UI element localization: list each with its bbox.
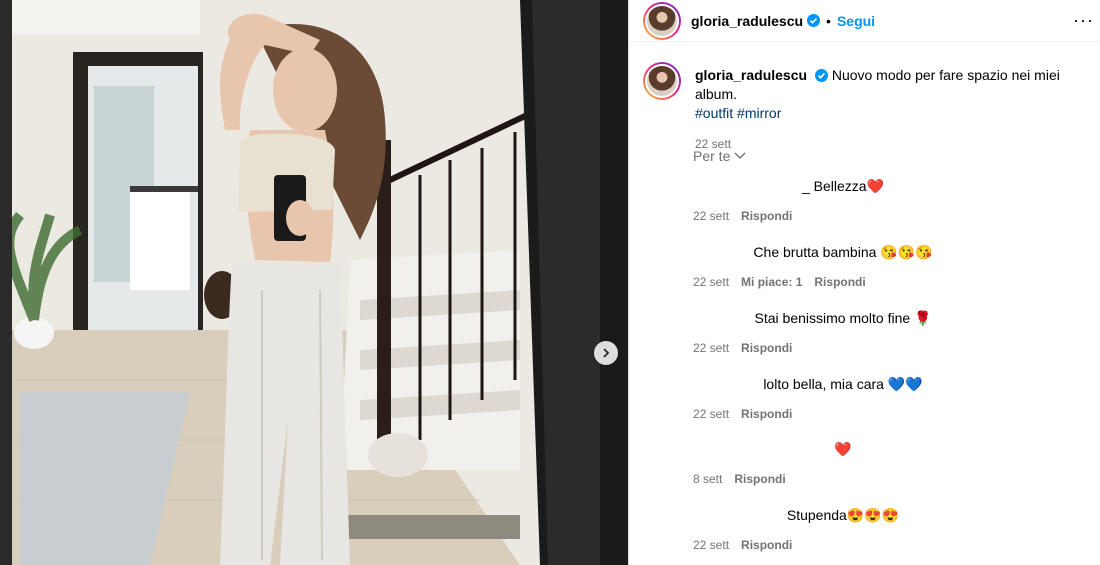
chevron-down-icon — [734, 152, 746, 159]
comment-item: Stupenda😍😍😍 22 sett Rispondi — [693, 507, 1093, 552]
comment-item: _ Bellezza❤️ 22 sett Rispondi — [693, 178, 1093, 223]
reply-button[interactable]: Rispondi — [741, 538, 792, 552]
comment-item: ❤️ 8 sett Rispondi — [693, 441, 1093, 486]
username-link[interactable]: gloria_radulescu — [691, 13, 803, 29]
comment-text: Che brutta bambina 😘😘😘 — [753, 244, 933, 260]
comment-text: ❤️ — [834, 441, 852, 457]
comment-text: lolto bella, mia cara 💙💙 — [763, 376, 923, 392]
hashtag-mirror[interactable]: #mirror — [737, 105, 781, 121]
comment-text: Stupenda😍😍😍 — [786, 507, 900, 523]
comment-item: lolto bella, mia cara 💙💙 22 sett Rispond… — [693, 376, 1093, 421]
reply-button[interactable]: Rispondi — [741, 341, 792, 355]
reply-button[interactable]: Rispondi — [734, 472, 785, 486]
comment-date: 22 sett — [693, 538, 730, 552]
comment-date: 22 sett — [693, 407, 730, 421]
post-date: 22 sett — [695, 137, 732, 151]
comment-sort-dropdown[interactable]: Per te — [693, 148, 746, 164]
comment-text: Stai benissimo molto fine 🌹 — [754, 310, 932, 326]
comment-item: Stai benissimo molto fine 🌹 22 sett Risp… — [693, 310, 1093, 355]
post-header: gloria_radulescu • Segui ··· — [629, 0, 1100, 42]
post-viewer: gloria_radulescu • Segui ··· gloria_radu… — [0, 0, 1100, 565]
verified-badge-icon — [807, 14, 821, 27]
avatar[interactable] — [643, 1, 681, 40]
comment-likes[interactable]: Mi piace: 1 — [741, 275, 802, 289]
reply-button[interactable]: Rispondi — [741, 407, 792, 421]
caption-username[interactable]: gloria_radulescu — [695, 67, 807, 83]
chevron-right-icon — [603, 348, 610, 358]
comment-text: _ Bellezza❤️ — [801, 178, 885, 194]
comment-date: 22 sett — [693, 209, 730, 223]
mirror-selfie-image — [0, 0, 628, 565]
reply-button[interactable]: Rispondi — [741, 209, 792, 223]
comment-date: 8 sett — [693, 472, 723, 486]
separator-dot: • — [826, 12, 831, 29]
post-caption: gloria_radulescu Nuovo modo per fare spa… — [629, 42, 1100, 154]
hashtag-outfit[interactable]: #outfit — [695, 105, 733, 121]
post-photo[interactable] — [0, 0, 628, 565]
follow-button[interactable]: Segui — [837, 13, 875, 29]
verified-badge-icon — [814, 69, 828, 82]
comment-date: 22 sett — [693, 341, 730, 355]
more-options-icon[interactable]: ··· — [1073, 10, 1094, 31]
post-side-panel: gloria_radulescu • Segui ··· gloria_radu… — [628, 0, 1100, 565]
comment-item: Che brutta bambina 😘😘😘 22 sett Mi piace:… — [693, 244, 1093, 289]
reply-button[interactable]: Rispondi — [814, 275, 865, 289]
comment-date: 22 sett — [693, 275, 730, 289]
next-photo-button[interactable] — [594, 341, 618, 365]
sort-label: Per te — [693, 148, 731, 164]
caption-avatar[interactable] — [643, 62, 681, 100]
